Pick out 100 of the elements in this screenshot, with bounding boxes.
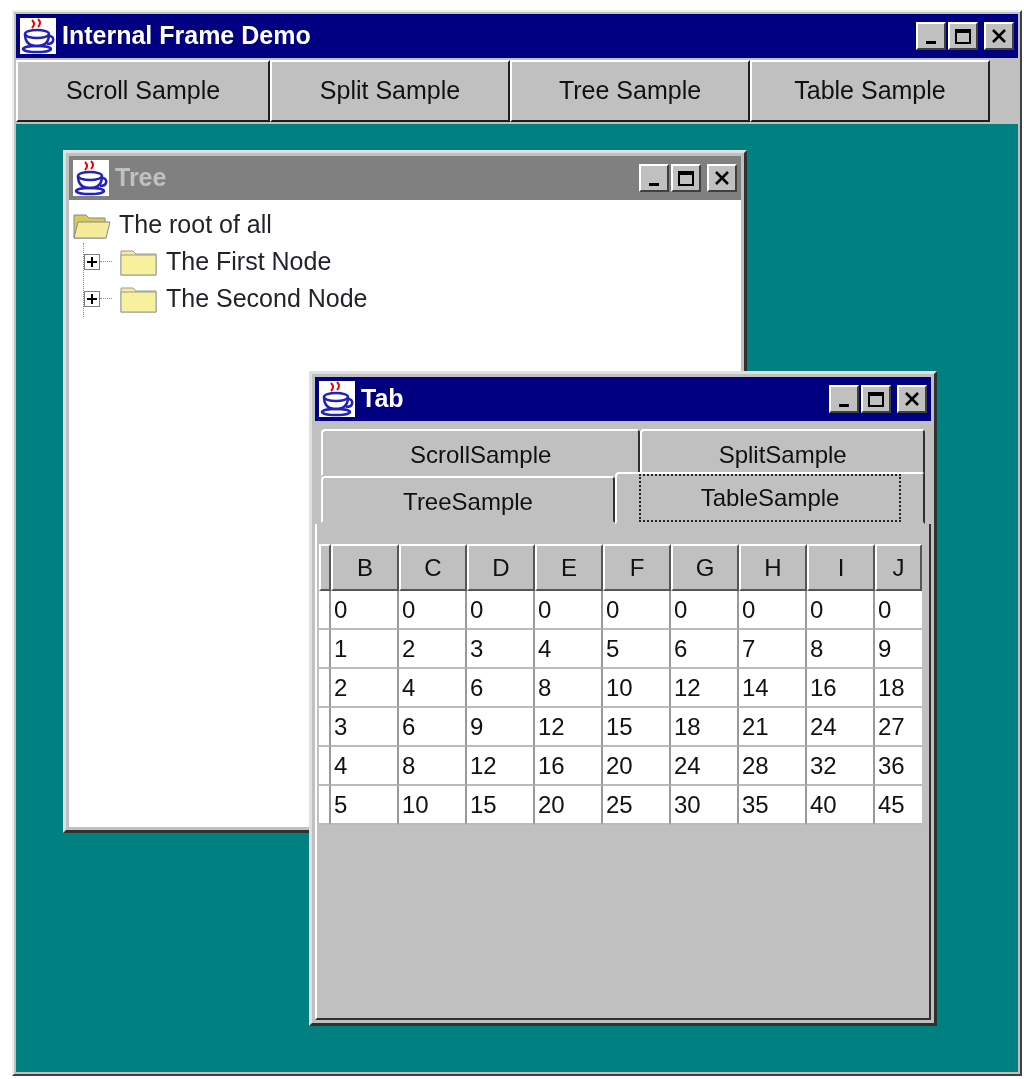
table-cell: 36 [875, 747, 922, 786]
table-cell: 32 [807, 747, 875, 786]
table-cell: 3 [331, 708, 399, 747]
table-cell: 10 [603, 669, 671, 708]
table-cell: 16 [807, 669, 875, 708]
close-icon [990, 27, 1008, 45]
minimize-button[interactable] [829, 385, 859, 413]
table-cell: 6 [399, 708, 467, 747]
table-cell: 0 [807, 591, 875, 630]
table-cell: 18 [875, 669, 922, 708]
tab[interactable]: TableSample [615, 472, 925, 524]
table-cell: 12 [467, 747, 535, 786]
table-cell: 9 [875, 630, 922, 669]
minimize-icon [649, 182, 659, 186]
column-header[interactable]: C [399, 544, 467, 591]
table-cell: 21 [739, 708, 807, 747]
tree-node[interactable]: The Second Node [166, 279, 368, 318]
expand-icon[interactable] [84, 290, 100, 307]
table-cell: 4 [331, 747, 399, 786]
table-cell: 12 [671, 669, 739, 708]
table-cell: 8 [807, 630, 875, 669]
column-header[interactable]: D [467, 544, 535, 591]
cup-icon [20, 18, 56, 54]
close-icon [903, 390, 921, 408]
close-button[interactable] [984, 22, 1014, 50]
table-cell: 15 [603, 708, 671, 747]
column-header[interactable]: B [331, 544, 399, 591]
tree-node[interactable]: The root of all [119, 205, 272, 244]
row-header [319, 630, 331, 669]
close-button[interactable] [707, 164, 737, 192]
table-cell: 45 [875, 786, 922, 825]
table-cell: 8 [535, 669, 603, 708]
table-cell: 10 [399, 786, 467, 825]
tab[interactable]: SplitSample [640, 429, 925, 476]
row-header [319, 669, 331, 708]
table-cell: 20 [603, 747, 671, 786]
table-cell: 14 [739, 669, 807, 708]
table-cell: 0 [467, 591, 535, 630]
tree-node[interactable]: The First Node [166, 242, 332, 281]
table-cell: 2 [399, 630, 467, 669]
column-header[interactable]: J [875, 544, 922, 591]
table-cell: 8 [399, 747, 467, 786]
toolbar-button[interactable]: Table Sample [750, 60, 990, 122]
close-button[interactable] [897, 385, 927, 413]
maximize-button[interactable] [861, 385, 891, 413]
row-header [319, 591, 331, 630]
minimize-button[interactable] [639, 164, 669, 192]
column-header[interactable]: E [535, 544, 603, 591]
column-header[interactable]: I [807, 544, 875, 591]
cup-icon [73, 160, 109, 196]
tab[interactable]: ScrollSample [321, 429, 641, 476]
maximize-icon [954, 27, 972, 45]
table-cell: 6 [467, 669, 535, 708]
minimize-icon [926, 40, 936, 44]
maximize-button[interactable] [948, 22, 978, 50]
table-cell: 0 [603, 591, 671, 630]
row-header [319, 747, 331, 786]
column-header[interactable]: F [603, 544, 671, 591]
frame-title: Tree [115, 162, 167, 194]
table-cell: 16 [535, 747, 603, 786]
window-title: Internal Frame Demo [62, 20, 311, 52]
cup-icon [319, 381, 355, 417]
minimize-button[interactable] [916, 22, 946, 50]
expand-icon[interactable] [84, 253, 100, 270]
table-cell: 1 [331, 630, 399, 669]
column-header[interactable] [319, 544, 331, 591]
row-header [319, 786, 331, 825]
maximize-button[interactable] [671, 164, 701, 192]
table-cell: 5 [331, 786, 399, 825]
table-cell: 0 [331, 591, 399, 630]
table-cell: 4 [399, 669, 467, 708]
close-icon [713, 169, 731, 187]
table-cell: 0 [671, 591, 739, 630]
toolbar-button[interactable]: Tree Sample [510, 60, 750, 122]
table-cell: 6 [671, 630, 739, 669]
table-cell: 18 [671, 708, 739, 747]
column-header[interactable]: G [671, 544, 739, 591]
maximize-icon [677, 169, 695, 187]
table-cell: 12 [535, 708, 603, 747]
table-cell: 0 [535, 591, 603, 630]
table-cell: 30 [671, 786, 739, 825]
table-cell: 20 [535, 786, 603, 825]
tab[interactable]: TreeSample [321, 476, 616, 523]
maximize-icon [867, 390, 885, 408]
table-cell: 9 [467, 708, 535, 747]
table-cell: 28 [739, 747, 807, 786]
column-header[interactable]: H [739, 544, 807, 591]
table-cell: 27 [875, 708, 922, 747]
table-cell: 3 [467, 630, 535, 669]
table-cell: 25 [603, 786, 671, 825]
frame-title: Tab [361, 383, 404, 415]
table-cell: 7 [739, 630, 807, 669]
table-cell: 35 [739, 786, 807, 825]
table-cell: 24 [671, 747, 739, 786]
table-cell: 0 [399, 591, 467, 630]
row-header [319, 708, 331, 747]
toolbar-button[interactable]: Split Sample [270, 60, 510, 122]
minimize-icon [839, 403, 849, 407]
toolbar-button[interactable]: Scroll Sample [16, 60, 270, 122]
table-cell: 2 [331, 669, 399, 708]
